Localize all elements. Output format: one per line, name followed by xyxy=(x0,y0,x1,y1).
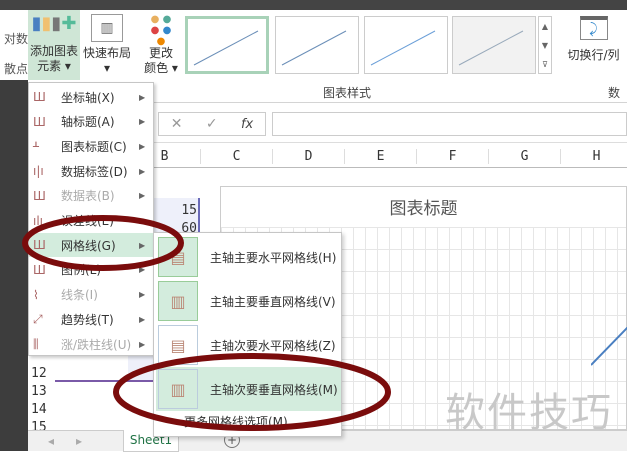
annotation-ellipse-minor-vertical xyxy=(113,353,391,431)
annotation-ellipse-gridlines xyxy=(22,215,184,271)
annotation-ellipses xyxy=(22,215,391,431)
